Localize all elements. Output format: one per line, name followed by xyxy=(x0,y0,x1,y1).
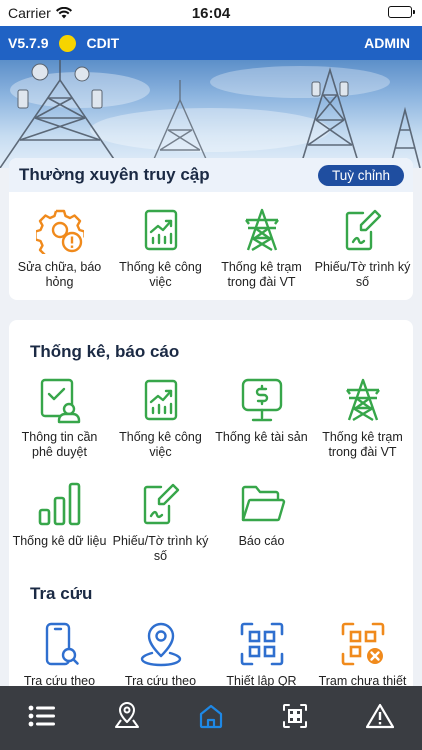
sign-document-icon xyxy=(339,206,387,254)
quick-access-grid: Sửa chữa, báo hỏng Thống kê công việc Th… xyxy=(9,206,413,290)
lookup-item-phone[interactable]: Tra cứu theo xyxy=(9,620,110,689)
quick-access-title: Thường xuyên truy cập xyxy=(19,165,210,184)
status-dot-icon xyxy=(59,34,77,52)
bottom-nav xyxy=(0,686,422,750)
nav-qr[interactable] xyxy=(275,696,315,736)
clock: 16:04 xyxy=(191,4,231,22)
org-label[interactable]: CDIT xyxy=(86,35,119,51)
report-item-label: Thống kê dữ liệu xyxy=(12,534,107,548)
lookup-grid: Tra cứu theo Tra cứu theo Thiết lập QR T… xyxy=(9,620,413,689)
reports-grid-row-2: Thống kê dữ liệu Phiếu/Tờ trình ký số Bá… xyxy=(9,480,413,564)
quick-item-label: Phiếu/Tờ trình ký số xyxy=(314,260,411,289)
gear-warning-icon xyxy=(35,206,84,254)
lookup-item-location[interactable]: Tra cứu theo xyxy=(110,620,211,689)
approval-user-icon xyxy=(36,376,84,424)
app-header: V5.7.9 CDIT ADMIN xyxy=(0,26,422,60)
nav-map[interactable] xyxy=(107,696,147,736)
report-item-label: Thống kê trạm trong đài VT xyxy=(322,430,403,459)
warning-icon xyxy=(365,703,394,729)
chart-up-icon xyxy=(137,206,185,254)
quick-item-label: Sửa chữa, báo hỏng xyxy=(17,260,102,289)
quick-access-header: Thường xuyên truy cập Tuỳ chỉnh xyxy=(9,158,413,192)
report-item-label: Thông tin cần phê duyệt xyxy=(21,430,98,459)
qr-cancel-icon xyxy=(339,620,387,668)
report-item-label: Thống kê tài sản xyxy=(215,430,308,444)
report-item-job-stats[interactable]: Thống kê công việc xyxy=(110,376,211,460)
location-pin-icon xyxy=(137,620,185,668)
reports-grid-row-1: Thông tin cần phê duyệt Thống kê công vi… xyxy=(9,376,413,460)
lookup-item-qr-setup[interactable]: Thiết lập QR xyxy=(211,620,312,689)
report-item-approval[interactable]: Thông tin cần phê duyệt xyxy=(9,376,110,460)
report-item-station-stats[interactable]: Thống kê trạm trong đài VT xyxy=(312,376,413,460)
map-pin-icon xyxy=(114,702,139,728)
customize-button[interactable]: Tuỳ chỉnh xyxy=(317,165,404,186)
reports-section-title: Thống kê, báo cáo xyxy=(30,342,180,361)
tower-icon xyxy=(339,376,387,424)
report-item-data-stats[interactable]: Thống kê dữ liệu xyxy=(9,480,110,564)
tower-icon xyxy=(238,206,286,254)
user-label[interactable]: ADMIN xyxy=(364,35,410,51)
report-item-report[interactable]: Báo cáo xyxy=(211,480,312,564)
list-icon xyxy=(28,705,56,727)
report-item-label: Thống kê công việc xyxy=(119,430,202,459)
qr-scan-icon xyxy=(283,704,308,728)
status-bar: Carrier 16:04 xyxy=(0,0,422,26)
lookup-section-title: Tra cứu xyxy=(30,584,93,603)
quick-item-sign-doc[interactable]: Phiếu/Tờ trình ký số xyxy=(312,206,413,290)
chart-up-icon xyxy=(137,376,185,424)
lookup-item-unset-station[interactable]: Trạm chưa thiết xyxy=(312,620,413,689)
quick-access-card: Thường xuyên truy cập Tuỳ chỉnh Sửa chữa… xyxy=(9,158,413,300)
wifi-icon xyxy=(55,7,72,19)
qr-scan-icon xyxy=(238,620,286,668)
report-item-sign-doc[interactable]: Phiếu/Tờ trình ký số xyxy=(110,480,211,564)
version-label: V5.7.9 xyxy=(8,35,49,51)
sign-document-icon xyxy=(137,480,185,528)
nav-alert[interactable] xyxy=(360,696,400,736)
quick-item-label: Thống kê công việc xyxy=(119,260,202,289)
quick-item-label: Thống kê trạm trong đài VT xyxy=(221,260,302,289)
main-card: Thống kê, báo cáo Thông tin cần phê duyệ… xyxy=(9,320,413,700)
phone-search-icon xyxy=(36,620,84,668)
report-item-label: Báo cáo xyxy=(238,534,285,548)
report-item-label: Phiếu/Tờ trình ký số xyxy=(112,534,209,563)
bar-chart-icon xyxy=(36,480,84,528)
hero-banner-image xyxy=(0,60,422,168)
quick-item-repair[interactable]: Sửa chữa, báo hỏng xyxy=(9,206,110,290)
quick-item-station-stats[interactable]: Thống kê trạm trong đài VT xyxy=(211,206,312,290)
battery-icon xyxy=(388,6,415,18)
folder-icon xyxy=(238,480,286,528)
home-icon xyxy=(199,704,223,729)
nav-home[interactable] xyxy=(191,696,231,736)
carrier-label: Carrier xyxy=(8,5,51,21)
quick-item-job-stats[interactable]: Thống kê công việc xyxy=(110,206,211,290)
nav-list[interactable] xyxy=(22,696,62,736)
report-item-assets[interactable]: Thống kê tài sản xyxy=(211,376,312,460)
carrier-info: Carrier xyxy=(8,5,72,21)
asset-monitor-icon xyxy=(238,376,286,424)
